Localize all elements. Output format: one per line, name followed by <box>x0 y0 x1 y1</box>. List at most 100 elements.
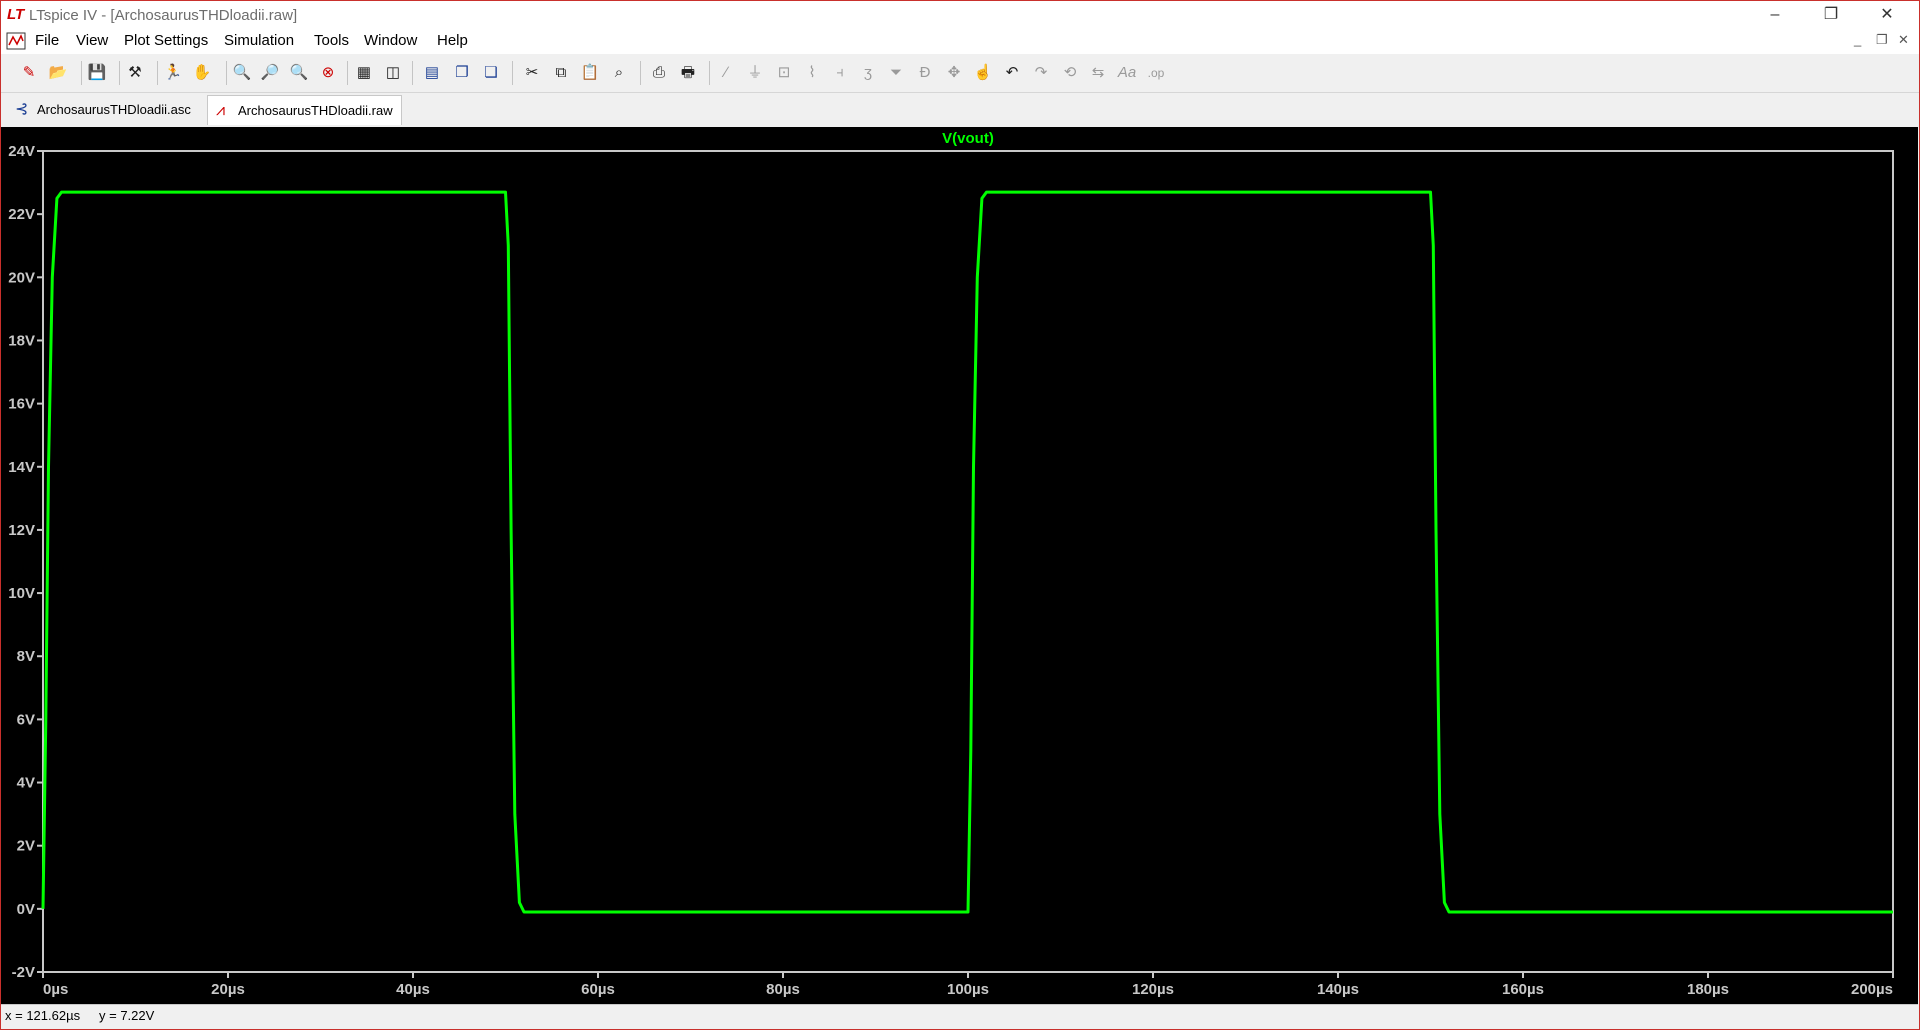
y-tick-label: 6V <box>17 711 35 728</box>
x-tick-label: 20µs <box>211 981 245 998</box>
move-icon[interactable]: ✥ <box>943 62 965 84</box>
zoom-in-icon[interactable]: 🔍 <box>231 62 253 84</box>
control-panel-icon[interactable]: ⚒ <box>124 62 146 84</box>
y-tick-label: 12V <box>8 522 35 539</box>
waveform-chart[interactable]: V(vout) 24V 22V 20V 18V 16V 14V 12V 10V 8V 6V 4V 2V 0… <box>1 127 1918 1004</box>
menu-simulation[interactable]: Simulation <box>224 32 294 49</box>
toolbar-separator <box>640 61 641 85</box>
tab-label: ArchosaurusTHDloadii.raw <box>238 103 393 118</box>
x-tick-label: 120µs <box>1132 981 1174 998</box>
document-tabs: ⊰ ArchosaurusTHDloadii.asc ⩘ Archosaurus… <box>1 93 1919 127</box>
tab-waveform[interactable]: ⩘ ArchosaurusTHDloadii.raw <box>207 95 402 125</box>
status-bar: x = 121.62µs y = 7.22V <box>1 1004 1918 1029</box>
series-line-vout <box>41 190 1893 914</box>
x-tick-label: 140µs <box>1317 981 1359 998</box>
open-icon[interactable]: 📂 <box>47 62 69 84</box>
redo-icon[interactable]: ↷ <box>1030 62 1052 84</box>
menu-tools[interactable]: Tools <box>314 32 349 49</box>
y-tick-label: -2V <box>12 964 35 981</box>
copy-icon[interactable]: ⧉ <box>550 62 572 84</box>
menu-help[interactable]: Help <box>437 32 468 49</box>
waveform-icon: ⩘ <box>216 102 226 119</box>
paste-icon[interactable]: 📋 <box>579 62 601 84</box>
menu-window[interactable]: Window <box>364 32 417 49</box>
rotate-icon[interactable]: ⟲ <box>1059 62 1081 84</box>
print-icon[interactable]: 🖶 <box>677 62 699 84</box>
x-tick-label: 200µs <box>1851 981 1893 998</box>
inductor-icon[interactable]: ʒ <box>857 62 879 84</box>
mdi-restore-button[interactable]: ❐ <box>1876 32 1888 48</box>
cascade-icon[interactable]: ❐ <box>451 62 473 84</box>
waveform-doc-icon <box>6 32 26 50</box>
halt-icon[interactable]: ✋ <box>191 62 213 84</box>
toolbar-separator <box>709 61 710 85</box>
y-tick-label: 16V <box>8 396 35 413</box>
save-icon[interactable]: 💾 <box>86 62 108 84</box>
tab-schematic[interactable]: ⊰ ArchosaurusTHDloadii.asc <box>7 95 199 124</box>
ground-icon[interactable]: ⏚ <box>744 62 766 84</box>
y-tick-label: 0V <box>17 901 35 918</box>
toolbar-separator <box>512 61 513 85</box>
zoom-cancel-icon[interactable]: ⊗ <box>317 62 339 84</box>
tab-label: ArchosaurusTHDloadii.asc <box>37 102 191 117</box>
y-tick-label: 10V <box>8 585 35 602</box>
y-tick-label: 4V <box>17 775 35 792</box>
wire-icon[interactable]: ∕ <box>715 62 737 84</box>
cursor-y-readout: y = 7.22V <box>99 1008 155 1023</box>
y-tick-label: 8V <box>17 648 35 665</box>
toolbar-separator <box>119 61 120 85</box>
schematic-icon: ⊰ <box>15 101 29 118</box>
toolbar-separator <box>347 61 348 85</box>
drag-icon[interactable]: ☝ <box>972 62 994 84</box>
x-tick-label: 60µs <box>581 981 615 998</box>
menu-view[interactable]: View <box>76 32 108 49</box>
minimize-button[interactable]: – <box>1747 1 1803 29</box>
x-tick-label: 80µs <box>766 981 800 998</box>
zoom-out-icon[interactable]: 🔍 <box>288 62 310 84</box>
text-icon[interactable]: Aa <box>1116 62 1138 84</box>
component-icon[interactable]: Ð <box>914 62 936 84</box>
x-tick-label: 40µs <box>396 981 430 998</box>
pick-visible-traces-icon[interactable]: ◫ <box>382 62 404 84</box>
close-button[interactable]: ✕ <box>1859 1 1915 29</box>
window-title: LTspice IV - [ArchosaurusTHDloadii.raw] <box>29 7 298 24</box>
menu-bar: File View Plot Settings Simulation Tools… <box>1 29 1919 54</box>
menu-file[interactable]: File <box>35 32 59 49</box>
waveform-plot[interactable]: V(vout) 24V 22V 20V 18V 16V 14V 12V 10V 8V 6V 4V 2V 0… <box>1 127 1918 1004</box>
mdi-minimize-button[interactable]: _ <box>1854 32 1861 47</box>
y-tick-label: 2V <box>17 838 35 855</box>
undo-icon[interactable]: ↶ <box>1001 62 1023 84</box>
find-icon[interactable]: ⌕ <box>608 62 630 84</box>
title-bar: LT LTspice IV - [ArchosaurusTHDloadii.ra… <box>1 1 1919 29</box>
ltspice-app-icon: LT <box>7 6 25 23</box>
tile-vertical-icon[interactable]: ❏ <box>480 62 502 84</box>
y-tick-label: 18V <box>8 332 35 349</box>
diode-icon[interactable]: ⏷ <box>885 62 907 84</box>
autorange-icon[interactable]: ▦ <box>353 62 375 84</box>
tile-horizontal-icon[interactable]: ▤ <box>421 62 443 84</box>
x-tick-label: 0µs <box>43 981 68 998</box>
x-tick-label: 100µs <box>947 981 989 998</box>
toolbar-separator <box>157 61 158 85</box>
y-tick-label: 14V <box>8 459 35 476</box>
y-tick-label: 22V <box>8 206 35 223</box>
plot-title: V(vout) <box>942 130 994 147</box>
new-schematic-icon[interactable]: ✎ <box>18 62 40 84</box>
run-icon[interactable]: 🏃 <box>162 62 184 84</box>
resistor-icon[interactable]: ⌇ <box>801 62 823 84</box>
capacitor-icon[interactable]: ⫞ <box>829 62 851 84</box>
menu-plot-settings[interactable]: Plot Settings <box>124 32 208 49</box>
x-tick-label: 160µs <box>1502 981 1544 998</box>
cut-icon[interactable]: ✂ <box>521 62 543 84</box>
zoom-full-icon[interactable]: 🔎 <box>259 62 281 84</box>
toolbar-separator <box>81 61 82 85</box>
spice-directive-icon[interactable]: .op <box>1145 62 1167 84</box>
cursor-x-readout: x = 121.62µs <box>5 1008 81 1023</box>
toolbar: ✎ 📂 💾 ⚒ 🏃 ✋ 🔍 🔎 🔍 ⊗ ▦ ◫ ▤ ❐ ❏ ✂ ⧉ 📋 ⌕ ⎙ … <box>1 54 1919 93</box>
print-preview-icon[interactable]: ⎙ <box>648 62 670 84</box>
label-net-icon[interactable]: ⊡ <box>773 62 795 84</box>
mdi-close-button[interactable]: ✕ <box>1898 32 1909 48</box>
mirror-icon[interactable]: ⇆ <box>1087 62 1109 84</box>
restore-button[interactable]: ❐ <box>1803 1 1859 29</box>
y-tick-label: 20V <box>8 269 35 286</box>
